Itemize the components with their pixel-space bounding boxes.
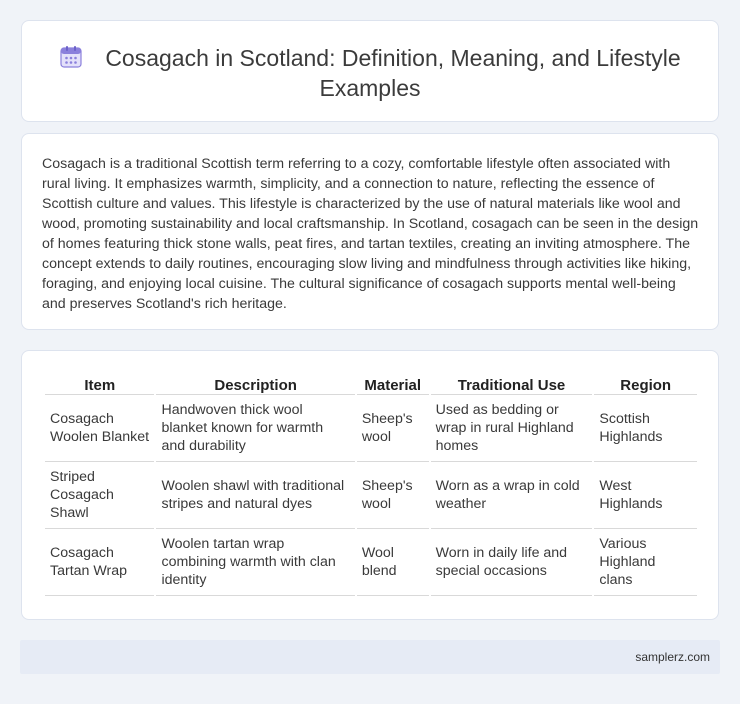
cell-description: Handwoven thick wool blanket known for w…: [156, 395, 355, 462]
cell-material: Wool blend: [356, 529, 429, 596]
column-header-description: Description: [156, 373, 355, 395]
footer: samplerz.com: [20, 640, 720, 674]
footer-site-link[interactable]: samplerz.com: [635, 650, 710, 664]
cell-material: Sheep's wool: [356, 395, 429, 462]
cell-item: Cosagach Tartan Wrap: [45, 529, 155, 596]
table-card: Item Description Material Traditional Us…: [21, 350, 719, 620]
table-row: Cosagach Tartan Wrap Woolen tartan wrap …: [45, 529, 697, 596]
column-header-region: Region: [594, 373, 697, 395]
table-header-row: Item Description Material Traditional Us…: [45, 373, 697, 395]
intro-card: Cosagach is a traditional Scottish term …: [21, 133, 719, 330]
page-title-block: Cosagach in Scotland: Definition, Meanin…: [22, 43, 718, 103]
lifestyle-table: Item Description Material Traditional Us…: [43, 373, 699, 596]
cell-material: Sheep's wool: [356, 462, 429, 529]
cell-traditional-use: Worn in daily life and special occasions: [430, 529, 593, 596]
column-header-item: Item: [45, 373, 155, 395]
column-header-traditional-use: Traditional Use: [430, 373, 593, 395]
cell-region: West Highlands: [594, 462, 697, 529]
table-row: Striped Cosagach Shawl Woolen shawl with…: [45, 462, 697, 529]
cell-traditional-use: Used as bedding or wrap in rural Highlan…: [430, 395, 593, 462]
cell-traditional-use: Worn as a wrap in cold weather: [430, 462, 593, 529]
cell-description: Woolen shawl with traditional stripes an…: [156, 462, 355, 529]
table-row: Cosagach Woolen Blanket Handwoven thick …: [45, 395, 697, 462]
calendar-icon: [59, 45, 83, 69]
page-title: Cosagach in Scotland: Definition, Meanin…: [105, 45, 681, 101]
cell-description: Woolen tartan wrap combining warmth with…: [156, 529, 355, 596]
cell-region: Scottish Highlands: [594, 395, 697, 462]
title-card: Cosagach in Scotland: Definition, Meanin…: [21, 20, 719, 122]
intro-paragraph: Cosagach is a traditional Scottish term …: [42, 156, 699, 312]
column-header-material: Material: [356, 373, 429, 395]
cell-item: Cosagach Woolen Blanket: [45, 395, 155, 462]
cell-region: Various Highland clans: [594, 529, 697, 596]
cell-item: Striped Cosagach Shawl: [45, 462, 155, 529]
